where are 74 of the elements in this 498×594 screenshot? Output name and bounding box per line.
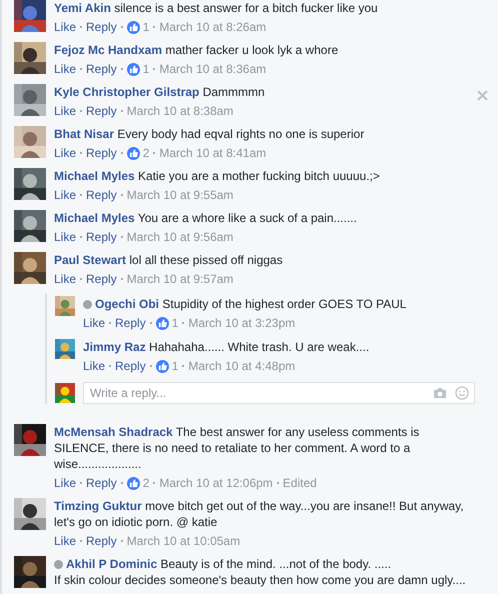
author-name[interactable]: Ogechi Obi <box>95 297 160 311</box>
like-icon <box>156 316 169 330</box>
like-link[interactable]: Like <box>54 19 76 35</box>
reply-field[interactable]: Write a reply... <box>83 382 475 404</box>
author-name[interactable]: Jimmy Raz <box>83 340 146 354</box>
reply-link[interactable]: Reply <box>86 61 117 77</box>
reply-link[interactable]: Reply <box>86 271 117 287</box>
comment-text: Ogechi Obi Stupidity of the highest order GOES TO PAUL <box>83 296 474 312</box>
like-icon <box>126 20 140 34</box>
comment-text: Fejoz Mc Handxam mather facker u look lyk a whore <box>54 42 340 58</box>
reply-link[interactable]: Reply <box>86 533 117 549</box>
timestamp: March 10 at 9:57am <box>126 271 234 287</box>
comment-text: Bhat Nisar Every body had eqval rights no one is superior <box>54 126 366 142</box>
like-link[interactable]: Like <box>54 533 76 549</box>
like-link[interactable]: Like <box>83 315 106 331</box>
like-count: 2 <box>142 475 150 491</box>
author-name[interactable]: Akhil P Dominic <box>66 557 158 571</box>
like-icon <box>126 476 140 490</box>
like-icon <box>156 360 169 372</box>
author-name[interactable]: Paul Stewart <box>54 253 126 267</box>
author-name[interactable]: Fejoz Mc Handxam <box>54 43 162 57</box>
author-name[interactable]: Kyle Christopher Gilstrap <box>54 85 200 99</box>
like-link[interactable]: Like <box>54 271 76 287</box>
camera-icon[interactable] <box>433 387 447 399</box>
like-count: 2 <box>142 145 150 161</box>
like-icon <box>126 62 140 76</box>
reply-link[interactable]: Reply <box>115 358 146 374</box>
timestamp: March 10 at 4:48pm <box>188 358 296 374</box>
timestamp: March 10 at 8:41am <box>159 145 266 161</box>
like-count: 1 <box>172 358 178 374</box>
like-count: 1 <box>172 315 178 331</box>
like-link[interactable]: Like <box>54 103 76 119</box>
timestamp: March 10 at 8:38am <box>126 103 234 119</box>
reply-link[interactable]: Reply <box>86 229 117 245</box>
timestamp: March 10 at 3:23pm <box>188 315 296 331</box>
timestamp: March 10 at 9:56am <box>126 229 234 245</box>
timestamp: March 10 at 8:36am <box>159 61 266 77</box>
reply-link[interactable]: Reply <box>86 187 117 203</box>
comment-text: Kyle Christopher Gilstrap Dammmmn <box>54 84 266 100</box>
reply-link[interactable]: Reply <box>86 19 117 35</box>
author-name[interactable]: Michael Myles <box>54 211 135 225</box>
reply-link[interactable]: Reply <box>86 475 117 491</box>
comment-text: Jimmy Raz Hahahaha...... White trash. U are weak.... <box>83 339 370 355</box>
timestamp: March 10 at 8:26am <box>159 19 266 35</box>
comment-text: Michael Myles Katie you are a mother fucking bitch uuuuu.;> <box>54 168 381 184</box>
like-link[interactable]: Like <box>54 475 76 491</box>
timestamp: March 10 at 12:06pm <box>159 475 273 491</box>
like-count: 1 <box>142 61 150 77</box>
close-button[interactable] <box>477 90 488 101</box>
like-link[interactable]: Like <box>83 358 106 374</box>
author-name[interactable]: Michael Myles <box>54 169 135 183</box>
like-icon <box>126 146 140 160</box>
author-name[interactable]: Timzing Guktur <box>54 499 142 513</box>
comment-text: Paul Stewart lol all these pissed off niggas <box>54 252 284 268</box>
reply-link[interactable]: Reply <box>86 103 117 119</box>
reply-link[interactable]: Reply <box>86 145 117 161</box>
like-count: 1 <box>142 19 150 35</box>
like-link[interactable]: Like <box>54 229 76 245</box>
comment-text: Michael Myles You are a whore like a suck of a pain....... <box>54 210 358 226</box>
like-link[interactable]: Like <box>54 187 76 203</box>
comment-text: McMensah Shadrack The best answer for any useless comments is SILENCE, there is no need to retaliate to her comment. A word to a wise................... <box>54 424 420 472</box>
author-name[interactable]: Bhat Nisar <box>54 127 114 141</box>
comment-text: Akhil P Dominic Beauty is of the mind. ...not of the body. ..... If skin colour decides someone's beauty then how come you are damn ugly.... <box>54 556 467 588</box>
like-link[interactable]: Like <box>54 61 76 77</box>
timestamp: March 10 at 10:05am <box>126 533 240 549</box>
author-name[interactable]: McMensah Shadrack <box>54 425 173 439</box>
edited-label: Edited <box>282 475 317 491</box>
comment-text: Yemi Akin silence is a best answer for a bitch fucker like you <box>54 0 379 16</box>
timestamp: March 10 at 9:55am <box>126 187 234 203</box>
reply-link[interactable]: Reply <box>115 315 146 331</box>
comment-text: Timzing Guktur move bitch get out of the way...you are insane!! But anyway, let's go on idiotic porn. @ katie <box>54 498 465 530</box>
like-link[interactable]: Like <box>54 145 76 161</box>
smiley-icon[interactable] <box>455 386 469 400</box>
author-name[interactable]: Yemi Akin <box>54 1 111 15</box>
